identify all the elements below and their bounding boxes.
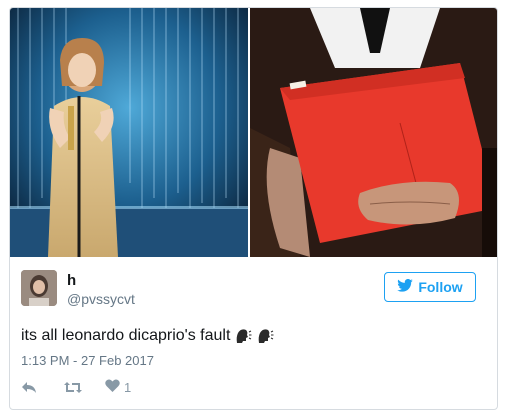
like-button[interactable]: 1 xyxy=(105,379,131,395)
tweet-timestamp[interactable]: 1:13 PM - 27 Feb 2017 xyxy=(21,353,154,368)
retweet-icon[interactable] xyxy=(63,381,83,394)
heart-icon xyxy=(105,379,120,395)
like-count: 1 xyxy=(124,379,132,395)
photo-envelope-in-hand[interactable] xyxy=(250,8,497,257)
tweet-author-row: h @pvssycvt Follow xyxy=(10,266,497,314)
tweet-actions: 1 xyxy=(21,377,131,397)
tweet-body: its all leonardo dicaprio's fault xyxy=(21,327,231,344)
tweet-card[interactable]: h @pvssycvt Follow its all leonardo dica… xyxy=(9,7,498,410)
bird-icon xyxy=(397,278,414,295)
follow-button[interactable]: Follow xyxy=(384,272,476,302)
user-handle[interactable]: @pvssycvt xyxy=(67,291,135,307)
tweet-media[interactable] xyxy=(10,8,497,257)
display-name[interactable]: h xyxy=(67,272,76,289)
follow-label: Follow xyxy=(418,279,463,295)
avatar[interactable] xyxy=(21,270,57,306)
speaking-head-emoji xyxy=(234,327,252,345)
tweet-text: its all leonardo dicaprio's fault xyxy=(21,327,274,345)
reply-icon[interactable] xyxy=(21,381,37,394)
photo-actress-on-stage[interactable] xyxy=(10,8,248,257)
speaking-head-emoji xyxy=(256,327,274,345)
